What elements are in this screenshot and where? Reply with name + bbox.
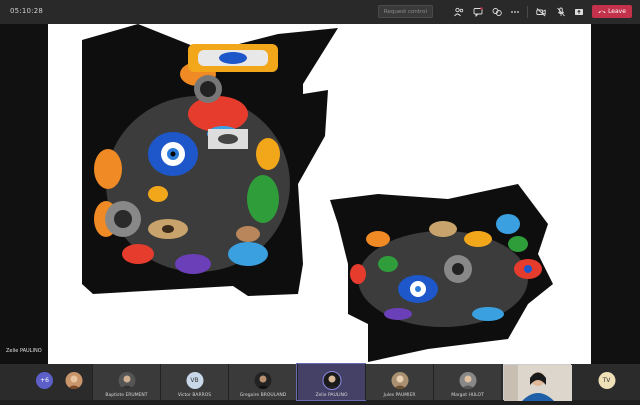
- participant-tile[interactable]: Jules PAUMIER: [365, 364, 433, 400]
- leave-button[interactable]: Leave: [592, 5, 632, 18]
- avatar: [254, 372, 272, 389]
- participant-tile[interactable]: VB Victor BARROS: [160, 364, 228, 400]
- share-screen-icon[interactable]: [573, 6, 585, 18]
- leave-label: Leave: [608, 8, 626, 15]
- avatar: TV: [598, 372, 615, 389]
- request-control-button[interactable]: Request control: [378, 5, 433, 18]
- more-participants-badge[interactable]: +6: [36, 372, 53, 389]
- participant-name: Victor BARROS: [177, 393, 212, 398]
- breakout-rooms-icon[interactable]: [491, 6, 503, 18]
- avatar: [459, 372, 476, 389]
- meeting-toolbar: 05:10:28 Request control Leave: [0, 0, 640, 24]
- self-video-image: [504, 365, 572, 401]
- participant-tile[interactable]: TV: [573, 364, 640, 400]
- people-icon[interactable]: [453, 6, 465, 18]
- avatar: [322, 371, 341, 390]
- participant-tile-active-speaker[interactable]: Zelie PAULINO: [296, 363, 366, 401]
- participant-name: Baptiste ERUMENT: [105, 393, 148, 398]
- self-video-tile[interactable]: [503, 364, 572, 401]
- camera-off-icon[interactable]: [535, 6, 547, 18]
- shared-slide: [48, 24, 591, 364]
- participant-tile[interactable]: Baptiste ERUMENT: [92, 364, 160, 400]
- toolbar-divider: [527, 6, 528, 18]
- participant-name: Zelie PAULINO: [315, 393, 348, 398]
- avatar: VB: [186, 372, 203, 389]
- collage-artwork-image: [82, 24, 553, 362]
- participant-tile[interactable]: Gregoire BROULAND: [228, 364, 297, 400]
- participant-name: Jules PAUMIER: [383, 393, 416, 398]
- participant-name: Margot HULOT: [451, 393, 484, 398]
- chat-icon[interactable]: [472, 6, 484, 18]
- participant-tile[interactable]: [56, 364, 92, 400]
- phone-hangup-icon: [598, 10, 606, 14]
- shared-screen-stage: Zelie PAULINO: [0, 24, 640, 364]
- participant-tile[interactable]: Margot HULOT: [433, 364, 501, 400]
- meeting-timer: 05:10:28: [10, 7, 44, 15]
- avatar: [118, 372, 135, 389]
- participant-name: Gregoire BROULAND: [239, 393, 287, 398]
- avatar: [65, 372, 83, 389]
- avatar: [391, 372, 408, 389]
- participant-gallery: +6 Baptiste ERUMENT VB Victor BARROS Gre…: [0, 363, 640, 401]
- presenter-name-label: Zelie PAULINO: [6, 348, 42, 354]
- mic-off-icon[interactable]: [555, 6, 567, 18]
- more-options-icon[interactable]: [509, 6, 521, 18]
